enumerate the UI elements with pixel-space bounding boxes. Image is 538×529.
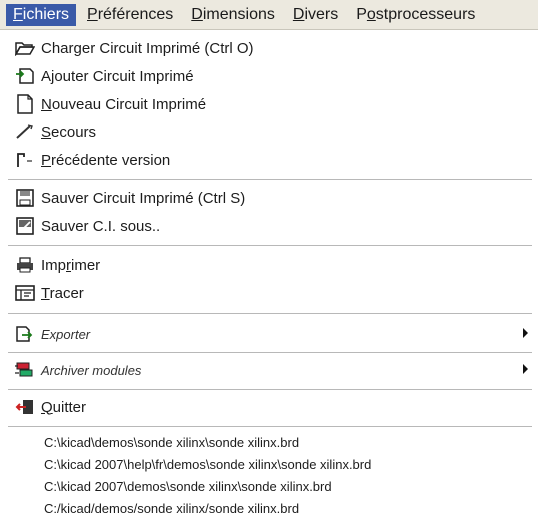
menu-item-label: Charger Circuit Imprimé (Ctrl O) bbox=[41, 39, 254, 57]
menu-separator bbox=[8, 313, 532, 315]
backup-pencil-icon bbox=[14, 121, 36, 143]
menu-item-label: Sauver C.I. sous.. bbox=[41, 217, 161, 235]
menu-item-quitter[interactable]: Quitter bbox=[0, 394, 538, 420]
menu-mnemonic: D bbox=[191, 5, 203, 23]
fichiers-dropdown-menu: Charger Circuit Imprimé (Ctrl O) Ajouter… bbox=[0, 30, 538, 529]
menu-preferences[interactable]: Préférences bbox=[80, 4, 180, 26]
menu-item-label: Imprimer bbox=[41, 257, 100, 274]
menu-separator bbox=[8, 352, 532, 354]
menu-item-ajouter-circuit[interactable]: Ajouter Circuit Imprimé bbox=[0, 63, 538, 89]
menu-label: ichiers bbox=[22, 5, 70, 23]
menu-item-label: Précédente version bbox=[41, 152, 170, 169]
append-board-icon bbox=[14, 65, 36, 87]
menu-separator bbox=[8, 426, 532, 428]
menu-mnemonic: D bbox=[292, 5, 305, 23]
menu-item-label: Exporter bbox=[41, 326, 91, 342]
menu-item-sauver-sous[interactable]: Sauver C.I. sous.. bbox=[0, 213, 538, 239]
menu-fichiers[interactable]: Fichiers bbox=[6, 3, 77, 26]
menu-separator bbox=[8, 179, 532, 181]
submenu-arrow-icon bbox=[523, 328, 528, 338]
new-document-icon bbox=[14, 93, 36, 115]
menu-mnemonic: Q bbox=[41, 398, 53, 416]
menu-separator bbox=[8, 389, 532, 391]
menu-item-imprimer[interactable]: Imprimer bbox=[0, 252, 538, 278]
menu-label: ivers bbox=[304, 5, 339, 23]
menu-item-secours[interactable]: Secours bbox=[0, 119, 538, 145]
menu-label-pre: Imp bbox=[41, 256, 67, 274]
recent-file-4[interactable]: C:/kicad/demos/sonde xilinx/sonde xilinx… bbox=[44, 498, 538, 520]
recent-file-2[interactable]: C:\kicad 2007\help\fr\demos\sonde xilinx… bbox=[44, 454, 538, 476]
exit-icon bbox=[14, 396, 36, 418]
menu-mnemonic: T bbox=[41, 284, 50, 302]
submenu-arrow-icon bbox=[523, 364, 528, 374]
menu-mnemonic: P bbox=[41, 151, 52, 169]
save-disk-icon bbox=[14, 187, 36, 209]
application-window: Fichiers Préférences Dimensions Divers P… bbox=[0, 0, 538, 529]
menu-item-nouveau-circuit[interactable]: Nouveau Circuit Imprimé bbox=[0, 91, 538, 117]
menu-label: références bbox=[97, 5, 174, 23]
menu-divers[interactable]: Divers bbox=[286, 4, 345, 26]
menu-item-label: Archiver modules bbox=[41, 362, 142, 378]
menu-bar: Fichiers Préférences Dimensions Divers P… bbox=[0, 0, 538, 30]
menu-item-archiver-modules[interactable]: Archiver modules bbox=[0, 357, 538, 383]
menu-mnemonic: P bbox=[87, 5, 98, 23]
menu-item-label: Sauver Circuit Imprimé (Ctrl S) bbox=[41, 189, 246, 207]
menu-item-label: Tracer bbox=[41, 285, 84, 302]
menu-postprocesseurs[interactable]: Postprocesseurs bbox=[349, 4, 482, 26]
menu-label-rest: récédente version bbox=[51, 151, 171, 169]
menu-label: imensions bbox=[202, 5, 275, 23]
menu-label: P bbox=[356, 5, 367, 23]
menu-dimensions[interactable]: Dimensions bbox=[184, 4, 282, 26]
menu-item-charger-circuit[interactable]: Charger Circuit Imprimé (Ctrl O) bbox=[0, 35, 538, 61]
printer-icon bbox=[14, 254, 36, 276]
export-icon bbox=[14, 323, 36, 345]
recent-file-3[interactable]: C:\kicad 2007\demos\sonde xilinx\sonde x… bbox=[44, 476, 538, 498]
menu-label-rest: ecours bbox=[51, 123, 97, 141]
menu-separator bbox=[8, 245, 532, 247]
menu-label-rest: ouveau Circuit Imprimé bbox=[51, 95, 207, 113]
menu-label: stprocesseurs bbox=[375, 5, 476, 23]
menu-item-precedente-version[interactable]: Précédente version bbox=[0, 147, 538, 173]
archive-modules-icon bbox=[14, 359, 36, 381]
menu-mnemonic: F bbox=[13, 5, 23, 23]
menu-item-sauver-circuit[interactable]: Sauver Circuit Imprimé (Ctrl S) bbox=[0, 185, 538, 211]
menu-mnemonic: o bbox=[366, 5, 376, 23]
menu-item-label: Nouveau Circuit Imprimé bbox=[41, 96, 206, 113]
save-as-icon bbox=[14, 215, 36, 237]
menu-item-label: Ajouter Circuit Imprimé bbox=[41, 67, 194, 85]
menu-item-label: Secours bbox=[41, 124, 96, 141]
menu-label-rest: uitter bbox=[52, 398, 87, 416]
menu-label-rest: racer bbox=[49, 284, 84, 302]
plotter-icon bbox=[14, 282, 36, 304]
menu-label-rest: imer bbox=[71, 256, 101, 274]
menu-item-tracer[interactable]: Tracer bbox=[0, 280, 538, 306]
menu-item-exporter[interactable]: Exporter bbox=[0, 321, 538, 347]
previous-version-icon bbox=[14, 149, 36, 171]
recent-file-1[interactable]: C:\kicad\demos\sonde xilinx\sonde xilinx… bbox=[44, 432, 538, 454]
menu-mnemonic: S bbox=[41, 123, 52, 141]
menu-item-label: Quitter bbox=[41, 399, 86, 416]
menu-mnemonic: N bbox=[41, 95, 52, 113]
open-folder-icon bbox=[14, 37, 36, 59]
